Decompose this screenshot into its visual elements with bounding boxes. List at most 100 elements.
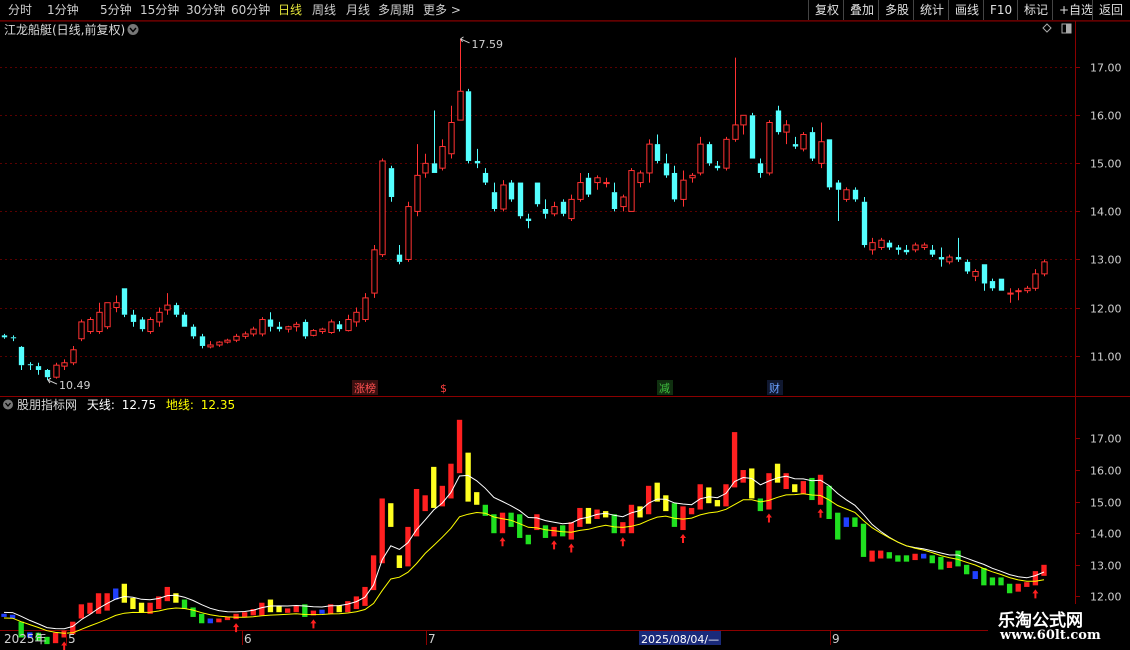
- candle: [775, 105, 782, 135]
- candle: [843, 187, 850, 202]
- candle: [310, 329, 317, 337]
- candle: [723, 136, 730, 171]
- candle: [766, 120, 773, 176]
- candle: [242, 331, 249, 339]
- indicator-bar: [860, 523, 867, 557]
- indicator-bar: [138, 602, 145, 613]
- indicator-bars: [1, 419, 1047, 645]
- candle: [1007, 288, 1014, 303]
- indicator-bar: [740, 470, 746, 483]
- indicator-dropdown-icon[interactable]: [3, 399, 13, 410]
- event-marker-zhangbang[interactable]: 涨榜: [352, 380, 378, 395]
- candle: [603, 177, 610, 188]
- candle: [113, 295, 120, 313]
- candle: [714, 160, 721, 171]
- indicator-bar: [284, 608, 291, 613]
- indicator-bar: [345, 601, 351, 613]
- event-marker-dollar[interactable]: $: [440, 382, 447, 395]
- candle: [783, 120, 790, 145]
- candle: [267, 312, 274, 332]
- event-marker-jian[interactable]: 减: [657, 380, 673, 395]
- candle: [517, 182, 524, 219]
- indicator-bar: [938, 556, 944, 570]
- indicator-bar: [878, 550, 884, 559]
- candle: [27, 362, 34, 370]
- candle: [1032, 269, 1039, 291]
- candle: [190, 324, 197, 339]
- candle: [388, 165, 395, 202]
- candle: [740, 114, 747, 135]
- candle: [439, 139, 446, 171]
- candle: [371, 245, 378, 298]
- indicator-bar: [817, 474, 824, 505]
- diamond-icon[interactable]: [1042, 23, 1052, 33]
- indicator-bar: [233, 613, 239, 620]
- indicator-bar: [663, 495, 669, 512]
- indicator-bar: [912, 553, 918, 561]
- indicator-name: 股朋指标网: [17, 397, 77, 412]
- candle: [181, 312, 188, 327]
- candle: [139, 317, 146, 332]
- indicator-bar: [903, 555, 910, 562]
- indicator-bar: [422, 495, 428, 512]
- indicator-bar: [207, 618, 213, 624]
- watermark: 乐淘公式网 www.60lt.com: [988, 604, 1130, 650]
- indicator-bar: [577, 507, 583, 527]
- candle: [35, 362, 42, 375]
- candle: [448, 105, 455, 159]
- tianxian-value: 12.75: [122, 398, 156, 412]
- x-axis-year: 2025年: [4, 632, 47, 646]
- indicator-bar: [276, 605, 282, 613]
- indicator-bar: [800, 481, 807, 494]
- buy-arrow-icon: [619, 537, 626, 547]
- indicator-bar: [757, 498, 764, 512]
- indicator-bar: [989, 577, 996, 586]
- candle: [70, 345, 77, 366]
- indicator-bar: [645, 485, 652, 515]
- price-tick-label: 17.00: [1090, 62, 1122, 75]
- indicator-bar: [1041, 564, 1047, 576]
- indicator-bar: [78, 604, 85, 619]
- indicator-bar: [963, 564, 970, 575]
- indicator-tick-label: 15.00: [1090, 497, 1122, 510]
- window-toggle-icon[interactable]: [1061, 23, 1072, 34]
- candle: [929, 245, 936, 258]
- candle: [620, 194, 627, 212]
- candle: [732, 57, 739, 142]
- candle: [972, 269, 979, 282]
- indicator-bar: [319, 609, 325, 614]
- dixian-label: 地线:: [166, 398, 194, 412]
- indicator-tick-label: 12.00: [1090, 591, 1122, 604]
- candle: [224, 338, 231, 344]
- candle: [989, 278, 996, 291]
- candle: [164, 293, 171, 315]
- candle: [285, 325, 292, 333]
- title-dropdown-icon[interactable]: [127, 24, 139, 35]
- indicator-bar: [680, 506, 686, 531]
- indicator-bar: [981, 567, 987, 586]
- svg-text:17.59: 17.59: [472, 38, 504, 51]
- indicator-bar: [826, 485, 832, 519]
- candle: [903, 245, 910, 255]
- event-marker-cai[interactable]: 财: [767, 380, 783, 395]
- indicator-bar: [456, 419, 463, 474]
- candle: [835, 180, 842, 222]
- indicator-bar: [396, 555, 403, 568]
- dixian-value: 12.35: [201, 398, 235, 412]
- candle: [474, 148, 481, 169]
- indicator-bar: [130, 597, 136, 610]
- candle: [637, 170, 644, 188]
- candle: [826, 139, 833, 190]
- indicator-bar: [431, 466, 437, 508]
- svg-text:10.49: 10.49: [59, 379, 90, 392]
- indicator-bar: [517, 514, 523, 538]
- price-tick-label: 14.00: [1090, 206, 1122, 219]
- candle: [1024, 285, 1031, 294]
- indicator-bar: [293, 605, 299, 613]
- indicator-bar: [972, 571, 978, 580]
- candle: [809, 127, 816, 161]
- candle: [336, 320, 343, 332]
- indicator-bar: [1024, 582, 1030, 587]
- stock-chart[interactable]: 11.00 12.00 13.00 14.00 15.00 16.00 17.00 17.5…: [0, 0, 1130, 650]
- indicator-bar: [560, 525, 566, 537]
